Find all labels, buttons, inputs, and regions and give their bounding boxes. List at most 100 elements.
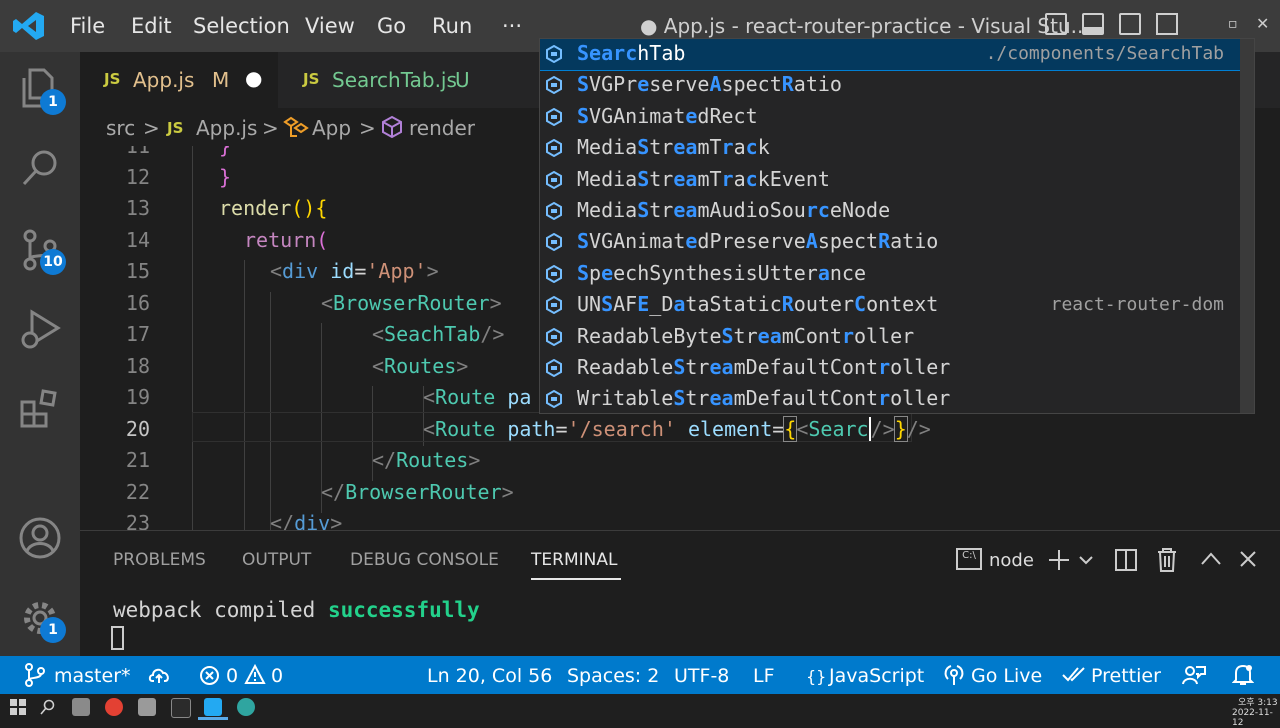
suggestion-label: MediaStreamTrackEvent (577, 166, 830, 191)
clock-date[interactable]: 2022-11-12 (1232, 708, 1280, 728)
code-line[interactable]: } (219, 165, 231, 189)
suggestion-label: ReadableByteStreamController (577, 323, 915, 348)
suggestion-item[interactable]: UNSAFE_DataStaticRouterContext react-rout… (540, 290, 1240, 321)
run-debug-icon[interactable] (20, 308, 62, 350)
tab-label[interactable]: SearchTab.js (332, 68, 457, 92)
breadcrumb-app-js[interactable]: App.js (196, 116, 257, 140)
suggestion-item[interactable]: SpeechSynthesisUtterance (540, 259, 1240, 290)
customize-layout-icon[interactable] (1156, 13, 1178, 35)
terminal-name[interactable]: node (989, 550, 1034, 571)
code-line[interactable]: <Routes> (372, 354, 468, 378)
suggestion-item[interactable]: SearchTab ./components/SearchTab (540, 39, 1241, 71)
go-live-button[interactable]: Go Live (971, 665, 1042, 687)
code-line[interactable]: <SeachTab/> (372, 322, 504, 346)
terminal-app-icon[interactable] (171, 698, 191, 718)
terminal-shell-icon: C:\ (956, 548, 982, 570)
suggestion-item[interactable]: MediaStreamTrackEvent (540, 165, 1240, 196)
sync-cloud-icon[interactable] (148, 665, 172, 685)
suggestion-item[interactable]: WritableStreamDefaultController (540, 384, 1240, 413)
unsaved-dot-icon[interactable]: ● (245, 66, 262, 90)
line-number: 12 (125, 165, 150, 189)
suggestions-scrollbar[interactable] (1240, 39, 1254, 413)
clock-time[interactable]: 오후 3:13 (1238, 695, 1278, 708)
code-line[interactable]: <div id='App'> (270, 259, 439, 283)
code-line[interactable]: </Routes> (372, 448, 480, 472)
toggle-panel-icon[interactable] (1082, 13, 1104, 35)
language-mode[interactable]: JavaScript (829, 665, 924, 687)
encoding[interactable]: UTF-8 (674, 665, 729, 687)
edge-icon[interactable] (237, 698, 255, 716)
variable-symbol-icon (546, 45, 562, 63)
code-line[interactable]: <BrowserRouter> (321, 291, 502, 315)
suggestion-label: SVGAnimatedPreserveAspectRatio (577, 229, 939, 254)
breadcrumb-render[interactable]: render (409, 116, 475, 140)
code-line[interactable]: return( (244, 228, 328, 252)
suggestion-item[interactable]: SVGAnimatedPreserveAspectRatio (540, 227, 1240, 258)
code-line[interactable]: </BrowserRouter> (321, 480, 514, 504)
git-branch[interactable]: master* (54, 665, 131, 687)
extensions-icon[interactable] (20, 388, 60, 428)
suggestion-item[interactable]: ReadableByteStreamController (540, 322, 1240, 353)
menu-run[interactable]: Run (432, 14, 472, 38)
menu-edit[interactable]: Edit (131, 14, 172, 38)
tab-terminal[interactable]: TERMINAL (531, 550, 617, 570)
menu-file[interactable]: File (70, 14, 105, 38)
start-windows-icon[interactable] (10, 699, 26, 715)
suggestion-item[interactable]: MediaStreamAudioSourceNode (540, 196, 1240, 227)
tab-debug-console[interactable]: DEBUG CONSOLE (350, 550, 499, 570)
indentation[interactable]: Spaces: 2 (567, 665, 659, 687)
suggestion-item[interactable]: SVGPreserveAspectRatio (540, 70, 1240, 101)
warning-count[interactable]: 0 (271, 665, 283, 687)
close-icon[interactable]: ✕ (1256, 14, 1269, 33)
terminal-cursor[interactable] (111, 626, 124, 650)
toggle-secondary-sidebar-icon[interactable] (1119, 13, 1141, 35)
variable-symbol-icon (546, 170, 562, 189)
error-count[interactable]: 0 (226, 665, 238, 687)
vscode-taskbar-icon[interactable] (204, 698, 222, 716)
error-icon[interactable] (199, 665, 220, 686)
suggestion-label: SVGPreserveAspectRatio (577, 72, 842, 97)
prettier-button[interactable]: Prettier (1091, 665, 1161, 687)
menu-view[interactable]: View (305, 14, 355, 38)
line-number: 15 (125, 259, 150, 283)
new-terminal-icon[interactable] (1047, 548, 1071, 572)
tab-problems[interactable]: PROBLEMS (113, 550, 206, 570)
menu-selection[interactable]: Selection (193, 14, 290, 38)
code-line[interactable]: <Route pa (423, 385, 531, 409)
close-panel-icon[interactable] (1238, 549, 1258, 569)
line-number: 23 (125, 511, 150, 530)
breadcrumb-app[interactable]: App (312, 116, 351, 140)
code-line[interactable]: } (219, 146, 231, 158)
chrome-icon[interactable] (105, 698, 123, 716)
tab-output[interactable]: OUTPUT (242, 550, 311, 570)
app-icon[interactable] (138, 698, 156, 716)
breadcrumb-src[interactable]: src (106, 116, 135, 140)
maximize-panel-icon[interactable] (1200, 550, 1222, 568)
suggestion-label: WritableStreamDefaultController (577, 386, 951, 411)
taskbar-search-icon[interactable] (40, 699, 56, 715)
code-line[interactable]: render(){ (219, 196, 327, 220)
menu-go[interactable]: Go (377, 14, 406, 38)
method-symbol-icon (382, 115, 402, 139)
restore-icon[interactable]: ▫ (1228, 16, 1238, 32)
search-icon[interactable] (20, 148, 60, 188)
warning-icon[interactable] (244, 664, 266, 685)
app-icon[interactable] (72, 698, 90, 716)
suggestion-item[interactable]: MediaStreamTrack (540, 133, 1240, 164)
suggestion-item[interactable]: ReadableStreamDefaultController (540, 353, 1240, 384)
menu-more[interactable]: ··· (502, 14, 522, 38)
notifications-bell-icon[interactable] (1232, 663, 1254, 687)
suggestion-item[interactable]: SVGAnimatedRect (540, 102, 1240, 133)
account-icon[interactable] (18, 516, 62, 560)
feedback-icon[interactable] (1182, 664, 1206, 686)
variable-symbol-icon (546, 327, 562, 346)
autocomplete-suggestions[interactable]: SearchTab ./components/SearchTab SVGPreser… (539, 38, 1255, 414)
end-of-line[interactable]: LF (753, 665, 775, 687)
trash-icon[interactable] (1156, 547, 1178, 573)
code-line[interactable]: <Route path='/search' element={<Searc/>}… (423, 416, 931, 442)
split-terminal-icon[interactable] (1114, 548, 1138, 572)
toggle-sidebar-icon[interactable] (1045, 13, 1067, 35)
code-line[interactable]: </div> (270, 511, 342, 530)
cursor-position[interactable]: Ln 20, Col 56 (427, 665, 552, 687)
chevron-down-icon[interactable] (1078, 553, 1094, 567)
